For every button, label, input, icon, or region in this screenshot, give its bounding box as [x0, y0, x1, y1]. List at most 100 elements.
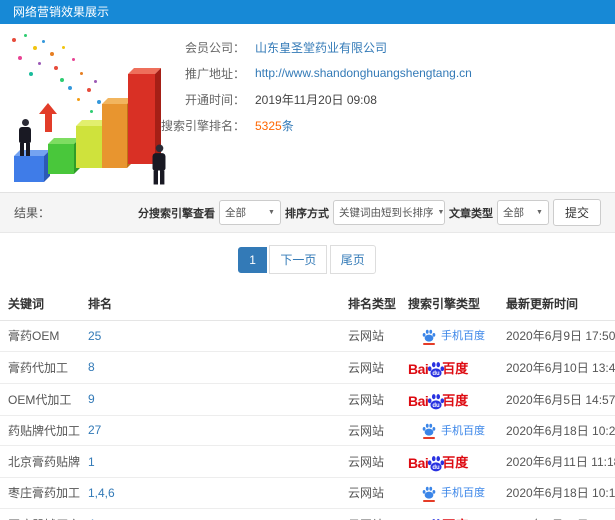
keyword-cell: OEM代加工: [0, 383, 80, 416]
engine-rank-row: 搜索引擎排名： 5325条: [150, 112, 615, 138]
header-rank-type: 排名类型: [340, 287, 400, 321]
header-keyword: 关键词: [0, 287, 80, 321]
last-page-button[interactable]: 尾页: [329, 245, 376, 274]
baidu-bai-text: Bai: [408, 392, 429, 409]
rank-link[interactable]: 25: [80, 320, 340, 352]
rank-unit: 条: [281, 118, 294, 133]
open-time-value: 2019年11月20日 09:08: [255, 92, 377, 107]
promo-url-row: 推广地址： http://www.shandonghuangshengtang.…: [150, 60, 615, 86]
chevron-down-icon: ▼: [437, 209, 445, 216]
engine-filter-value: 全部: [224, 207, 246, 219]
results-table: 关键词 排名 排名类型 搜索引擎类型 最新更新时间 膏药OEM 25 云网站 手…: [0, 287, 615, 520]
promo-url-label: 推广地址：: [184, 66, 245, 81]
chevron-down-icon: ▼: [536, 209, 543, 216]
rank-type-cell: 云网站: [340, 508, 400, 520]
mobile-baidu-label: 手机百度: [441, 487, 485, 499]
rank-link[interactable]: 1: [80, 445, 340, 478]
bar-chart-bar-green: [48, 144, 74, 174]
rank-type-cell: 云网站: [340, 320, 400, 352]
rank-type-cell: 云网站: [340, 383, 400, 416]
engine-rank-count-link[interactable]: 5325条: [255, 117, 294, 134]
next-page-button[interactable]: 下一页: [269, 245, 328, 274]
rank-link[interactable]: 1,4,6: [80, 477, 340, 509]
rank-link[interactable]: 4: [80, 508, 340, 520]
table-row: OEM代加工 9 云网站 Bai du 百度 2020年6月5日 14:57: [0, 383, 615, 416]
article-type-label: 文章类型: [448, 207, 493, 220]
baidu-bai-text: Bai: [408, 455, 429, 471]
article-type-value: 全部: [502, 207, 524, 219]
baidu-du-text: du: [433, 465, 441, 471]
mobile-baidu-badge: 手机百度: [422, 327, 485, 345]
baidu-du-text: du: [433, 402, 441, 408]
header-updated: 最新更新时间: [500, 287, 615, 321]
updated-cell: 2020年6月5日 14:57: [500, 383, 615, 416]
businessman-figure: [16, 119, 34, 156]
rank-type-cell: 云网站: [340, 477, 400, 509]
baidu-cn-text: 百度: [442, 455, 469, 470]
submit-button[interactable]: 提交: [552, 199, 601, 226]
engine-cell: Bai du 百度: [400, 508, 500, 520]
engine-filter-select[interactable]: 全部 ▼: [218, 200, 281, 225]
company-link[interactable]: 山东皇圣堂药业有限公司: [255, 39, 387, 56]
rank-count: 5325: [255, 118, 282, 133]
mobile-baidu-badge: 手机百度: [422, 484, 485, 502]
keyword-cell: 医疗器械厂家: [0, 508, 80, 520]
engine-cell: 手机百度: [400, 320, 500, 352]
sort-filter-label: 排序方式: [284, 207, 329, 220]
keyword-cell: 北京膏药贴牌: [0, 445, 80, 478]
sort-filter-select[interactable]: 关键词由短到长排序 ▼: [332, 200, 445, 225]
promo-url-link[interactable]: http://www.shandonghuangshengtang.cn: [255, 66, 472, 80]
bar-chart-bar-orange: [102, 104, 127, 168]
rank-link[interactable]: 9: [80, 383, 340, 416]
businessman-figure: [149, 144, 168, 185]
up-arrow-icon: [38, 103, 58, 132]
updated-cell: 2020年6月11日 11:18: [500, 445, 615, 478]
baidu-logo: Bai du 百度: [408, 515, 468, 520]
baidu-logo: Bai du 百度: [408, 390, 468, 409]
header-rank: 排名: [80, 287, 340, 321]
member-info-list: 会员公司： 山东皇圣堂药业有限公司 推广地址： http://www.shand…: [150, 34, 615, 138]
table-row: 膏药OEM 25 云网站 手机百度 2020年6月9日 17:50: [0, 320, 615, 352]
mobile-baidu-label: 手机百度: [441, 424, 485, 437]
mobile-baidu-badge: 手机百度: [422, 422, 485, 439]
updated-cell: 2020年6月18日 10:25: [500, 415, 615, 446]
company-label: 会员公司：: [184, 40, 245, 55]
table-row: 膏药代加工 8 云网站 Bai du 百度 2020年6月10日 13:40: [0, 351, 615, 384]
table-row: 枣庄膏药加工 1,4,6 云网站 手机百度 2020年6月18日 10:19: [0, 477, 615, 509]
engine-filter-label: 分搜索引擎查看: [137, 207, 215, 220]
baidu-cn-text: 百度: [442, 392, 469, 408]
bar-chart-bar-blue: [14, 156, 44, 182]
baidu-paw-icon: [422, 486, 436, 502]
rank-type-cell: 云网站: [340, 351, 400, 384]
engine-cell: 手机百度: [400, 477, 500, 509]
table-row: 北京膏药贴牌 1 云网站 Bai du 百度 2020年6月11日 11:18: [0, 445, 615, 478]
filter-bar: 结果： 分搜索引擎查看 全部 ▼ 排序方式 关键词由短到长排序 ▼ 文章类型 全…: [0, 192, 615, 233]
baidu-logo: Bai du 百度: [408, 452, 469, 472]
baidu-du-text: du: [433, 370, 441, 376]
updated-cell: 2020年5月29日 10:32: [500, 508, 615, 520]
updated-cell: 2020年6月10日 13:40: [500, 351, 615, 384]
keyword-cell: 枣庄膏药加工: [0, 477, 80, 509]
page-1-button[interactable]: 1: [238, 246, 267, 273]
baidu-logo: Bai du 百度: [408, 358, 468, 377]
engine-rank-label: 搜索引擎排名：: [160, 118, 245, 133]
keyword-cell: 膏药代加工: [0, 351, 80, 384]
rank-link[interactable]: 8: [80, 351, 340, 384]
result-label: 结果：: [14, 206, 51, 220]
baidu-cn-text: 百度: [442, 360, 469, 376]
pagination: 1 下一页 尾页: [0, 233, 615, 287]
mobile-baidu-label: 手机百度: [441, 330, 485, 342]
rank-link[interactable]: 27: [80, 415, 340, 446]
keyword-cell: 膏药OEM: [0, 320, 80, 352]
baidu-cn-text: 百度: [442, 515, 468, 520]
company-row: 会员公司： 山东皇圣堂药业有限公司: [150, 34, 615, 60]
member-info-section: 会员公司： 山东皇圣堂药业有限公司 推广地址： http://www.shand…: [0, 24, 615, 192]
engine-cell: Bai du 百度: [400, 445, 500, 478]
table-row: 药贴牌代加工 27 云网站 手机百度 2020年6月18日 10:25: [0, 415, 615, 446]
article-type-select[interactable]: 全部 ▼: [496, 200, 549, 225]
open-time-row: 开通时间： 2019年11月20日 09:08: [150, 86, 615, 112]
engine-cell: 手机百度: [400, 415, 500, 446]
bar-chart-bar-yellow: [76, 126, 102, 168]
engine-cell: Bai du 百度: [400, 383, 500, 416]
filter-controls: 分搜索引擎查看 全部 ▼ 排序方式 关键词由短到长排序 ▼ 文章类型 全部 ▼ …: [138, 199, 601, 226]
